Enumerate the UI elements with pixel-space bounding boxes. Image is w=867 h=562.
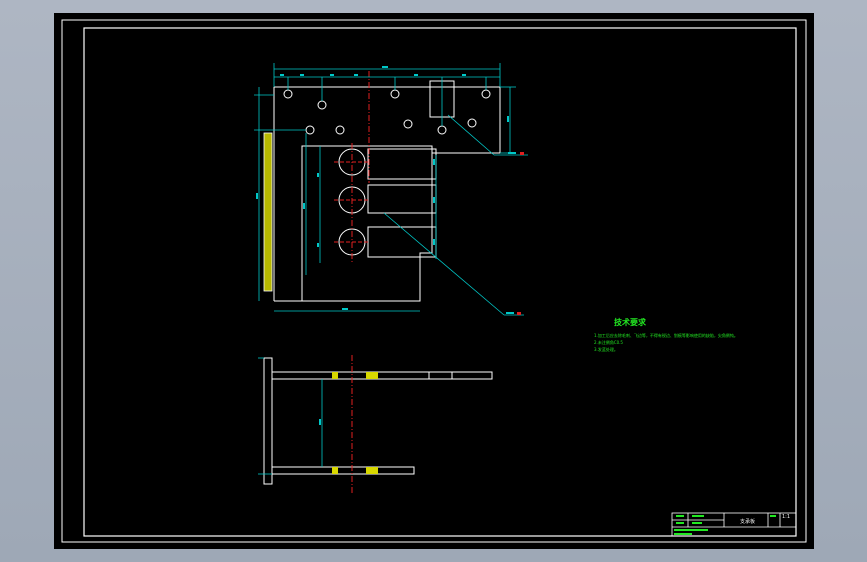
pocket bbox=[367, 148, 437, 180]
hole bbox=[390, 89, 400, 99]
front-view bbox=[258, 355, 493, 493]
section-hatch bbox=[332, 467, 338, 474]
section-hatch bbox=[366, 372, 378, 379]
title-block-fields bbox=[674, 515, 776, 535]
drawing-sheet: 技术要求 1.加工后应去除毛刺、飞边等，不得有锐边、划痕等影响使用的缺陷，尖角倒… bbox=[54, 13, 814, 549]
plate-outline bbox=[274, 86, 501, 302]
dimension-mark bbox=[319, 419, 321, 425]
part-name: 支承板 bbox=[740, 519, 756, 525]
outer-border bbox=[61, 19, 807, 543]
hole bbox=[335, 125, 345, 135]
technical-requirement-item: 3.发蓝处理。 bbox=[594, 347, 618, 352]
plan-view bbox=[263, 71, 501, 302]
section-hatch bbox=[332, 372, 338, 379]
cad-viewport: 技术要求 1.加工后应去除毛刺、飞边等，不得有锐边、划痕等影响使用的缺陷，尖角倒… bbox=[0, 0, 867, 562]
inner-border bbox=[83, 27, 797, 537]
hole bbox=[437, 125, 447, 135]
hole bbox=[403, 119, 413, 129]
technical-requirements-title: 技术要求 bbox=[614, 318, 646, 327]
base-plate bbox=[263, 357, 273, 485]
plan-dimensions bbox=[254, 63, 528, 316]
plan-dimension-marks bbox=[256, 66, 516, 314]
hole bbox=[467, 118, 477, 128]
upper-arm bbox=[271, 371, 493, 380]
cad-drawing bbox=[61, 19, 807, 543]
leader-markers bbox=[517, 152, 524, 315]
hole bbox=[283, 89, 293, 99]
hole bbox=[317, 100, 327, 110]
hole bbox=[481, 89, 491, 99]
lower-arm bbox=[271, 466, 415, 475]
pocket bbox=[367, 184, 437, 214]
hole bbox=[305, 125, 315, 135]
section-hatch bbox=[366, 467, 378, 474]
technical-requirement-item: 1.加工后应去除毛刺、飞边等，不得有锐边、划痕等影响使用的缺陷，尖角倒钝。 bbox=[594, 333, 738, 338]
technical-requirement-item: 2.未注倒角C0.5 bbox=[594, 340, 623, 345]
title-block bbox=[671, 512, 797, 537]
scale-value: 1:1 bbox=[782, 514, 791, 520]
side-section-hatch bbox=[264, 133, 272, 291]
